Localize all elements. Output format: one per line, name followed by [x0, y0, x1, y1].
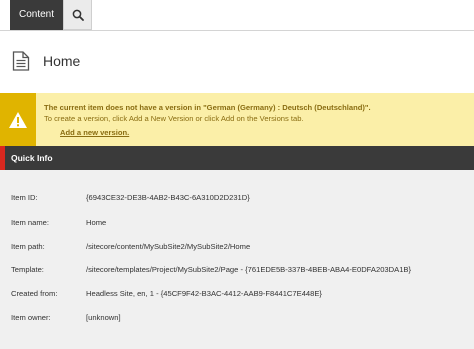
top-toolbar: Content [0, 0, 474, 30]
quick-info-title: Quick Info [11, 153, 53, 163]
warning-icon [9, 111, 27, 128]
version-warning: The current item does not have a version… [0, 93, 474, 146]
info-value: [unknown] [86, 313, 121, 322]
info-label: Item name: [11, 218, 49, 227]
info-value: {6943CE32-DE3B-4AB2-B43C-6A310D2D231D} [86, 193, 250, 202]
item-header: Home [0, 31, 474, 93]
info-row-template: Template: /sitecore/templates/Project/My… [0, 265, 474, 277]
page-title: Home [43, 53, 81, 69]
quick-info-header[interactable]: Quick Info [0, 146, 474, 170]
info-label: Item ID: [11, 193, 38, 202]
warning-stripe [0, 93, 36, 146]
warning-text: To create a version, click Add a New Ver… [44, 114, 304, 123]
search-icon [72, 9, 84, 21]
search-button[interactable] [63, 0, 92, 30]
info-value: /sitecore/templates/Project/MySubSite2/P… [86, 265, 412, 274]
info-value: Headless Site, en, 1 - {45CF9F42-B3AC-44… [86, 289, 322, 298]
add-version-link[interactable]: Add a new version. [60, 128, 129, 137]
warning-title: The current item does not have a version… [44, 103, 371, 112]
quick-info-accent [0, 146, 5, 170]
info-label: Item owner: [11, 313, 51, 322]
info-row-item-path: Item path: /sitecore/content/MySubSite2/… [0, 242, 474, 254]
info-row-created-from: Created from: Headless Site, en, 1 - {45… [0, 289, 474, 301]
info-label: Created from: [11, 289, 58, 298]
tab-content[interactable]: Content [10, 0, 63, 30]
info-row-item-owner: Item owner: [unknown] [0, 313, 474, 325]
info-label: Template: [11, 265, 44, 274]
info-row-item-id: Item ID: {6943CE32-DE3B-4AB2-B43C-6A310D… [0, 193, 474, 205]
info-row-item-name: Item name: Home [0, 218, 474, 230]
info-label: Item path: [11, 242, 45, 251]
document-icon [12, 51, 30, 71]
quick-info-panel: Item ID: {6943CE32-DE3B-4AB2-B43C-6A310D… [0, 170, 474, 349]
info-value: Home [86, 218, 107, 227]
info-value: /sitecore/content/MySubSite2/MySubSite2/… [86, 242, 251, 251]
